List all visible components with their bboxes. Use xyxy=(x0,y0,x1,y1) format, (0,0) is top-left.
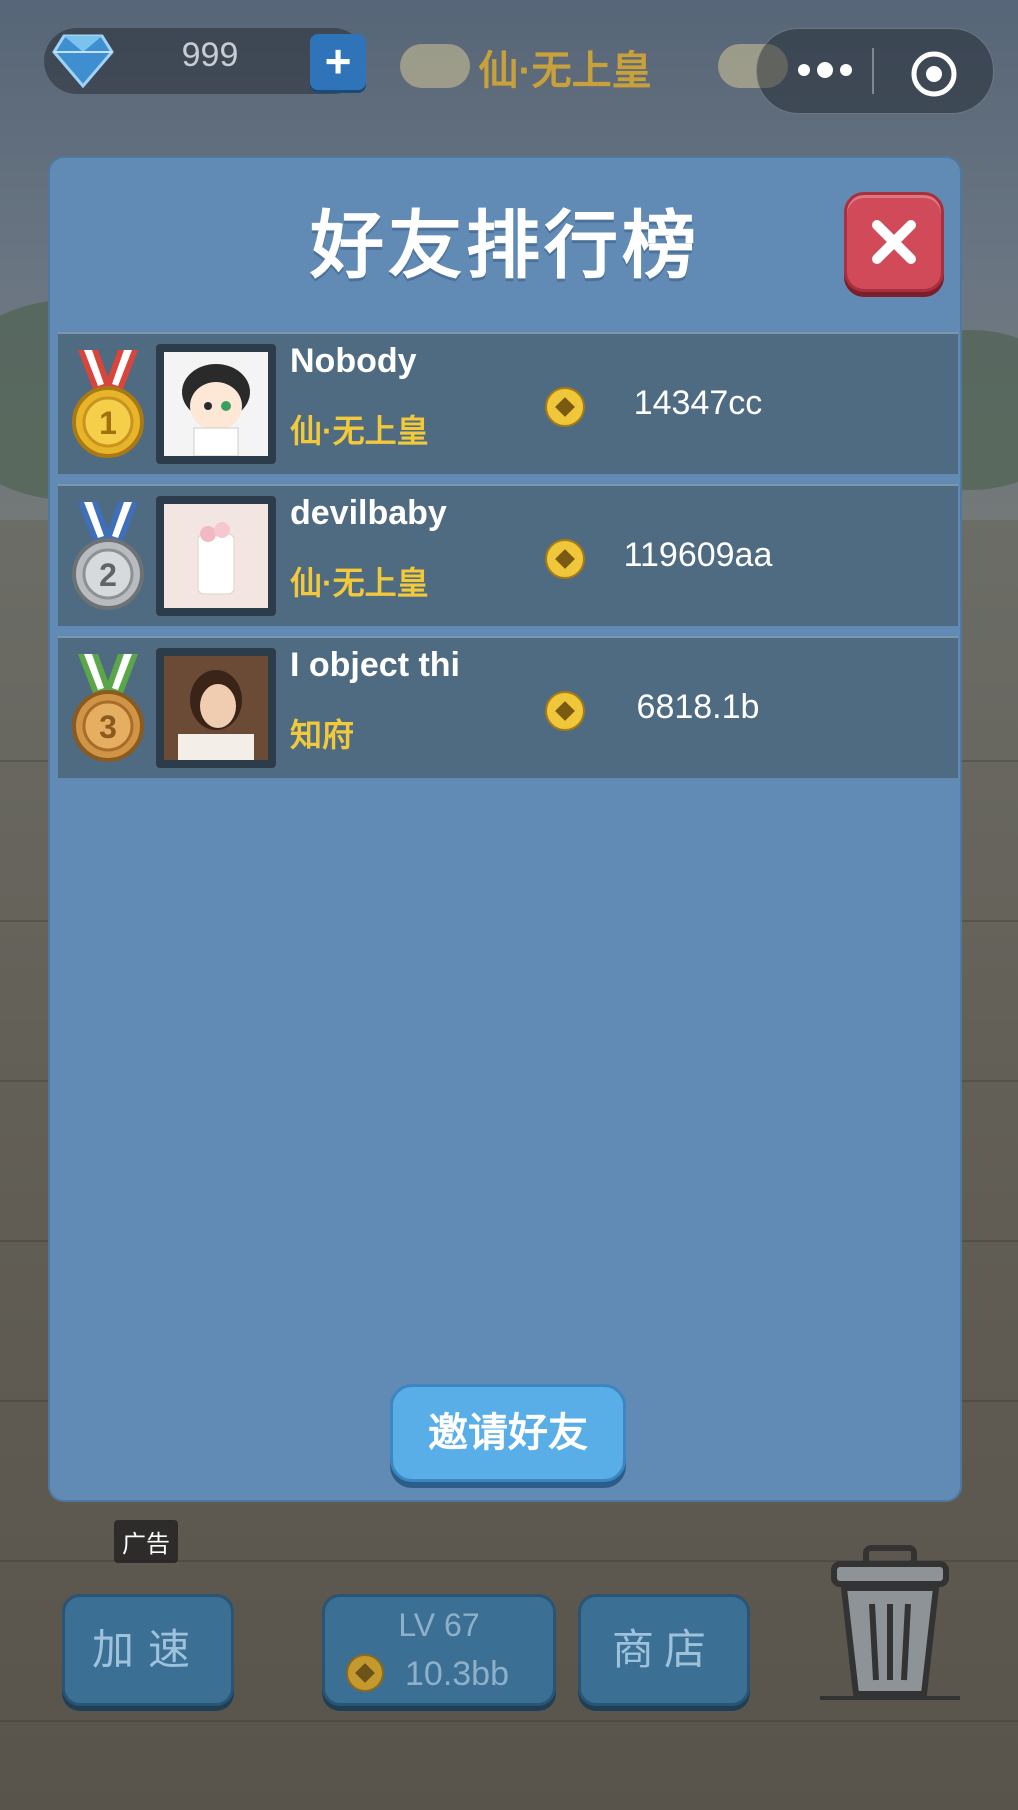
player-score: 14347cc xyxy=(633,384,763,422)
close-button[interactable] xyxy=(844,192,944,292)
leaderboard-row[interactable]: 2 devilbaby 仙·无上皇 119609aa xyxy=(58,484,958,626)
target-icon[interactable] xyxy=(910,50,958,98)
coin-icon xyxy=(545,539,585,579)
avatar-frame xyxy=(156,344,276,464)
player-rank: 知府 xyxy=(290,717,355,753)
speed-up-button[interactable]: 加速 xyxy=(62,1594,234,1706)
add-gems-button[interactable]: + xyxy=(310,34,366,90)
avatar-frame xyxy=(156,496,276,616)
avatar-frame xyxy=(156,648,276,768)
gold-medal-icon: 1 xyxy=(72,350,144,458)
dialog-title: 好友排行榜 xyxy=(310,204,700,287)
leaderboard-row[interactable]: 3 I object thi 知府 6818.1b xyxy=(58,636,958,778)
medal-number: 2 xyxy=(99,557,117,593)
medal-number: 1 xyxy=(99,405,117,441)
shop-button[interactable]: 商店 xyxy=(578,1594,750,1706)
level-button[interactable]: LV 67 10.3bb xyxy=(322,1594,556,1706)
avatar xyxy=(164,352,268,456)
diamond-icon xyxy=(52,34,114,88)
player-rank: 仙·无上皇 xyxy=(290,565,429,601)
player-name: devilbaby xyxy=(290,494,447,532)
player-rank-title: 仙·无上皇 xyxy=(478,49,652,93)
gem-count: 999 xyxy=(181,36,239,74)
player-name: I object thi xyxy=(290,646,460,684)
trash-icon[interactable] xyxy=(820,1544,960,1704)
coin-icon xyxy=(545,691,585,731)
avatar xyxy=(164,504,268,608)
player-rank: 仙·无上皇 xyxy=(290,413,429,449)
coin-income: 10.3bb xyxy=(405,1655,509,1693)
leaderboard-row[interactable]: 1 Nobody 仙·无上皇 14347cc xyxy=(58,332,958,474)
close-icon xyxy=(872,220,916,264)
capsule-divider xyxy=(872,48,874,94)
player-score: 119609aa xyxy=(623,536,773,574)
medal-number: 3 xyxy=(99,709,117,745)
more-icon[interactable] xyxy=(790,50,860,90)
friend-leaderboard-dialog: 好友排行榜 1 Nobody 仙·无上皇 14347cc 2 devilbaby… xyxy=(50,158,960,1500)
invite-friends-button[interactable]: 邀请好友 xyxy=(390,1384,626,1482)
silver-medal-icon: 2 xyxy=(72,502,144,610)
avatar xyxy=(164,656,268,760)
bronze-medal-icon: 3 xyxy=(72,654,144,762)
coin-icon xyxy=(545,387,585,427)
ad-tag: 广告 xyxy=(114,1520,178,1563)
player-name: Nobody xyxy=(290,342,417,380)
player-score: 6818.1b xyxy=(636,688,760,726)
coin-icon xyxy=(346,1654,384,1692)
level-label: LV 67 xyxy=(398,1607,480,1643)
